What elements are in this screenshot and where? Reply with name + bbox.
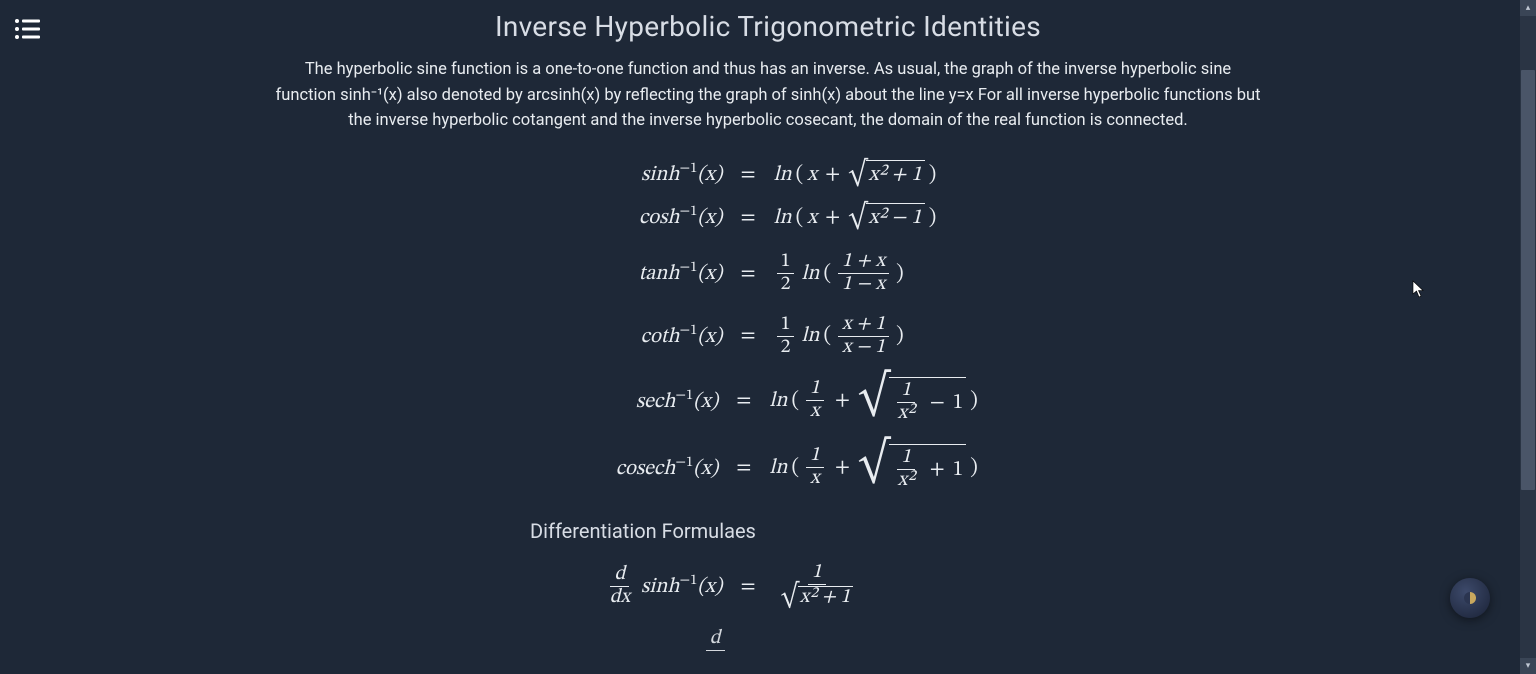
differentiation-heading: Differentiation Formulaes: [268, 519, 1268, 543]
scroll-up-arrow[interactable]: ▴: [1520, 0, 1536, 16]
cursor-icon: [1412, 280, 1426, 302]
identity-sech: sech−1(x) = ln( 1x + 1x² −1 ): [268, 377, 1268, 424]
identity-cosech: cosech−1(x) = ln( 1x + 1x² +1 ): [268, 444, 1268, 491]
scroll-down-arrow[interactable]: ▾: [1520, 658, 1536, 674]
identity-tanh: tanh−1(x) = 12 ln( 1 + x1 − x ): [268, 252, 1268, 295]
derivative-sinh: ddx sinh−1(x) = 1 x² + 1: [268, 563, 1268, 609]
identity-sinh: sinh−1(x) = ln(x+ x² + 1): [268, 160, 1268, 189]
derivatives-block: ddx sinh−1(x) = 1 x² + 1 d 1: [268, 563, 1268, 672]
menu-icon[interactable]: [14, 18, 42, 40]
identity-cosh: cosh−1(x) = ln(x+ x² − 1): [268, 203, 1268, 232]
theme-toggle-icon: [1464, 592, 1476, 604]
derivative-next-partial: d 1: [268, 629, 1268, 672]
theme-toggle-button[interactable]: [1450, 578, 1490, 618]
main-content: Inverse Hyperbolic Trigonometric Identit…: [268, 0, 1268, 672]
vertical-scrollbar[interactable]: ▴ ▾: [1520, 0, 1536, 674]
identity-coth: coth−1(x) = 12 ln( x + 1x − 1 ): [268, 315, 1268, 358]
intro-paragraph: The hyperbolic sine function is a one-to…: [273, 57, 1263, 134]
identities-block: sinh−1(x) = ln(x+ x² + 1) cosh−1(x) = ln…: [268, 160, 1268, 492]
scroll-thumb[interactable]: [1521, 70, 1535, 490]
page-title: Inverse Hyperbolic Trigonometric Identit…: [268, 10, 1268, 43]
